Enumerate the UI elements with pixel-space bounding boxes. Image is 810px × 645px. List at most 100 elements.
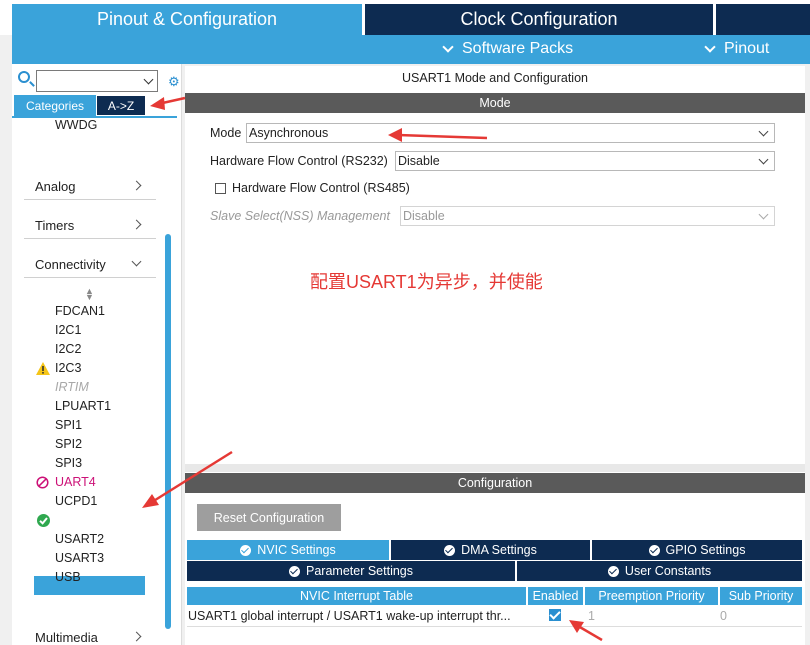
vertical-scrollbar[interactable] xyxy=(165,234,171,629)
table-row-border xyxy=(187,626,802,627)
chevron-down-icon xyxy=(131,256,142,267)
peripheral-spi1[interactable]: SPI1 xyxy=(55,418,82,432)
sub-priority-cell[interactable]: 0 xyxy=(720,606,727,626)
peripheral-usb[interactable]: USB xyxy=(55,570,81,584)
col-header-nvic-table[interactable]: NVIC Interrupt Table xyxy=(187,587,526,605)
chevron-down-icon[interactable] xyxy=(143,74,154,85)
peripheral-spi3[interactable]: SPI3 xyxy=(55,456,82,470)
col-header-sub-priority[interactable]: Sub Priority xyxy=(720,587,802,605)
selected-row-highlight xyxy=(34,576,145,595)
stm32cubemx-window: Pinout & Configuration Clock Configurati… xyxy=(0,0,810,645)
gear-icon[interactable]: ⚙ xyxy=(168,74,180,90)
preemption-cell[interactable]: 1 xyxy=(588,606,595,626)
check-icon xyxy=(240,544,252,556)
peripheral-irtim[interactable]: IRTIM xyxy=(55,380,89,394)
group-connectivity[interactable]: Connectivity xyxy=(24,254,156,278)
right-edge xyxy=(805,64,810,645)
group-label: Timers xyxy=(35,218,75,233)
tab-nvic-settings[interactable]: NVIC Settings xyxy=(187,540,389,560)
software-packs-menu[interactable]: Software Packs xyxy=(442,40,574,58)
search-icon[interactable] xyxy=(18,71,30,83)
group-timers[interactable]: Timers xyxy=(24,215,156,239)
interrupt-enabled-checkbox[interactable] xyxy=(549,609,561,621)
peripheral-spi2[interactable]: SPI2 xyxy=(55,437,82,451)
chevron-down-icon xyxy=(758,209,769,220)
left-gutter xyxy=(0,35,12,645)
pinout-label: Pinout xyxy=(724,40,770,57)
view-tabs: Categories A->Z xyxy=(14,95,146,116)
usart1-config-panel: USART1 Mode and Configuration Mode Mode … xyxy=(185,66,805,645)
tab-label: NVIC Settings xyxy=(257,543,336,557)
hfc-rs232-label: Hardware Flow Control (RS232) xyxy=(210,154,388,168)
panel-divider xyxy=(185,464,805,472)
group-analog[interactable]: Analog xyxy=(24,176,156,200)
check-icon xyxy=(444,544,456,556)
peripheral-ucpd1[interactable]: UCPD1 xyxy=(55,494,97,508)
chevron-down-icon xyxy=(442,40,454,53)
check-icon xyxy=(648,544,660,556)
hfc-rs485-label: Hardware Flow Control (RS485) xyxy=(232,181,410,195)
nss-select[interactable]: Disable xyxy=(400,206,775,226)
mode-value: Asynchronous xyxy=(249,126,329,140)
tab-label: GPIO Settings xyxy=(665,543,746,557)
tab-categories[interactable]: Categories xyxy=(14,95,96,116)
nss-label: Slave Select(NSS) Management xyxy=(210,209,390,223)
tab-a-to-z[interactable]: A->Z xyxy=(96,95,146,116)
hfc-rs232-value: Disable xyxy=(398,154,440,168)
hfc-rs485-checkbox[interactable] xyxy=(215,183,226,194)
peripheral-i2c1[interactable]: I2C1 xyxy=(55,323,81,337)
nss-value: Disable xyxy=(403,209,445,223)
blocked-icon xyxy=(36,476,49,489)
peripheral-fdcan1[interactable]: FDCAN1 xyxy=(55,304,105,318)
peripheral-i2c2[interactable]: I2C2 xyxy=(55,342,81,356)
top-tab-bar: Pinout & Configuration Clock Configurati… xyxy=(0,0,810,35)
check-circle-icon xyxy=(36,513,51,528)
tab-pinout-configuration[interactable]: Pinout & Configuration xyxy=(12,4,362,35)
sub-menu-bar: Software Packs Pinout xyxy=(12,35,810,64)
warning-icon xyxy=(36,362,50,375)
tab-clock-configuration[interactable]: Clock Configuration xyxy=(365,4,713,35)
chevron-right-icon xyxy=(131,180,142,191)
col-header-enabled[interactable]: Enabled xyxy=(528,587,583,605)
peripheral-lpuart1[interactable]: LPUART1 xyxy=(55,399,111,413)
chevron-down-icon xyxy=(758,126,769,137)
peripheral-tree-panel: ⚙ Categories A->Z WWDG Analog Timers Con… xyxy=(12,64,182,645)
reset-configuration-button[interactable]: Reset Configuration xyxy=(197,504,341,531)
search-input[interactable] xyxy=(36,70,158,92)
peripheral-i2c3[interactable]: I2C3 xyxy=(55,361,81,375)
search-row: ⚙ xyxy=(12,68,182,92)
hfc-rs232-select[interactable]: Disable xyxy=(395,151,775,171)
check-icon xyxy=(607,565,619,577)
chevron-right-icon xyxy=(131,631,142,642)
group-label: Connectivity xyxy=(35,257,106,272)
tab-dma-settings[interactable]: DMA Settings xyxy=(391,540,590,560)
chevron-down-icon xyxy=(704,40,716,53)
mode-section-header: Mode xyxy=(185,93,805,113)
pinout-menu[interactable]: Pinout xyxy=(704,40,770,58)
interrupt-name-cell: USART1 global interrupt / USART1 wake-up… xyxy=(188,609,511,623)
group-label: Analog xyxy=(35,179,76,194)
tab-gpio-settings[interactable]: GPIO Settings xyxy=(592,540,802,560)
configuration-section-header: Configuration xyxy=(185,473,805,493)
annotation-text: 配置USART1为异步，并使能 xyxy=(310,272,543,292)
tab-label: Parameter Settings xyxy=(306,564,413,578)
check-icon xyxy=(289,565,300,577)
col-header-preemption[interactable]: Preemption Priority xyxy=(585,587,718,605)
peripheral-uart4[interactable]: UART4 xyxy=(55,475,96,489)
tab-parameter-settings[interactable]: Parameter Settings xyxy=(187,561,515,581)
peripheral-usart3[interactable]: USART3 xyxy=(55,551,104,565)
panel-title: USART1 Mode and Configuration xyxy=(402,71,588,85)
group-multimedia[interactable]: Multimedia xyxy=(24,627,156,645)
chevron-right-icon xyxy=(131,219,142,230)
peripheral-wwdg[interactable]: WWDG xyxy=(55,118,97,132)
peripheral-usart2[interactable]: USART2 xyxy=(55,532,104,546)
group-label: Multimedia xyxy=(35,630,98,645)
tab-more[interactable] xyxy=(716,4,810,35)
software-packs-label: Software Packs xyxy=(462,40,574,57)
tab-label: DMA Settings xyxy=(461,543,537,557)
tab-label: User Constants xyxy=(624,564,712,578)
sort-arrows-icon[interactable]: ▲ ▼ xyxy=(85,287,94,302)
peripheral-usart1[interactable]: USART1 xyxy=(55,513,104,527)
mode-select[interactable]: Asynchronous xyxy=(246,123,775,143)
tab-user-constants[interactable]: User Constants xyxy=(517,561,802,581)
